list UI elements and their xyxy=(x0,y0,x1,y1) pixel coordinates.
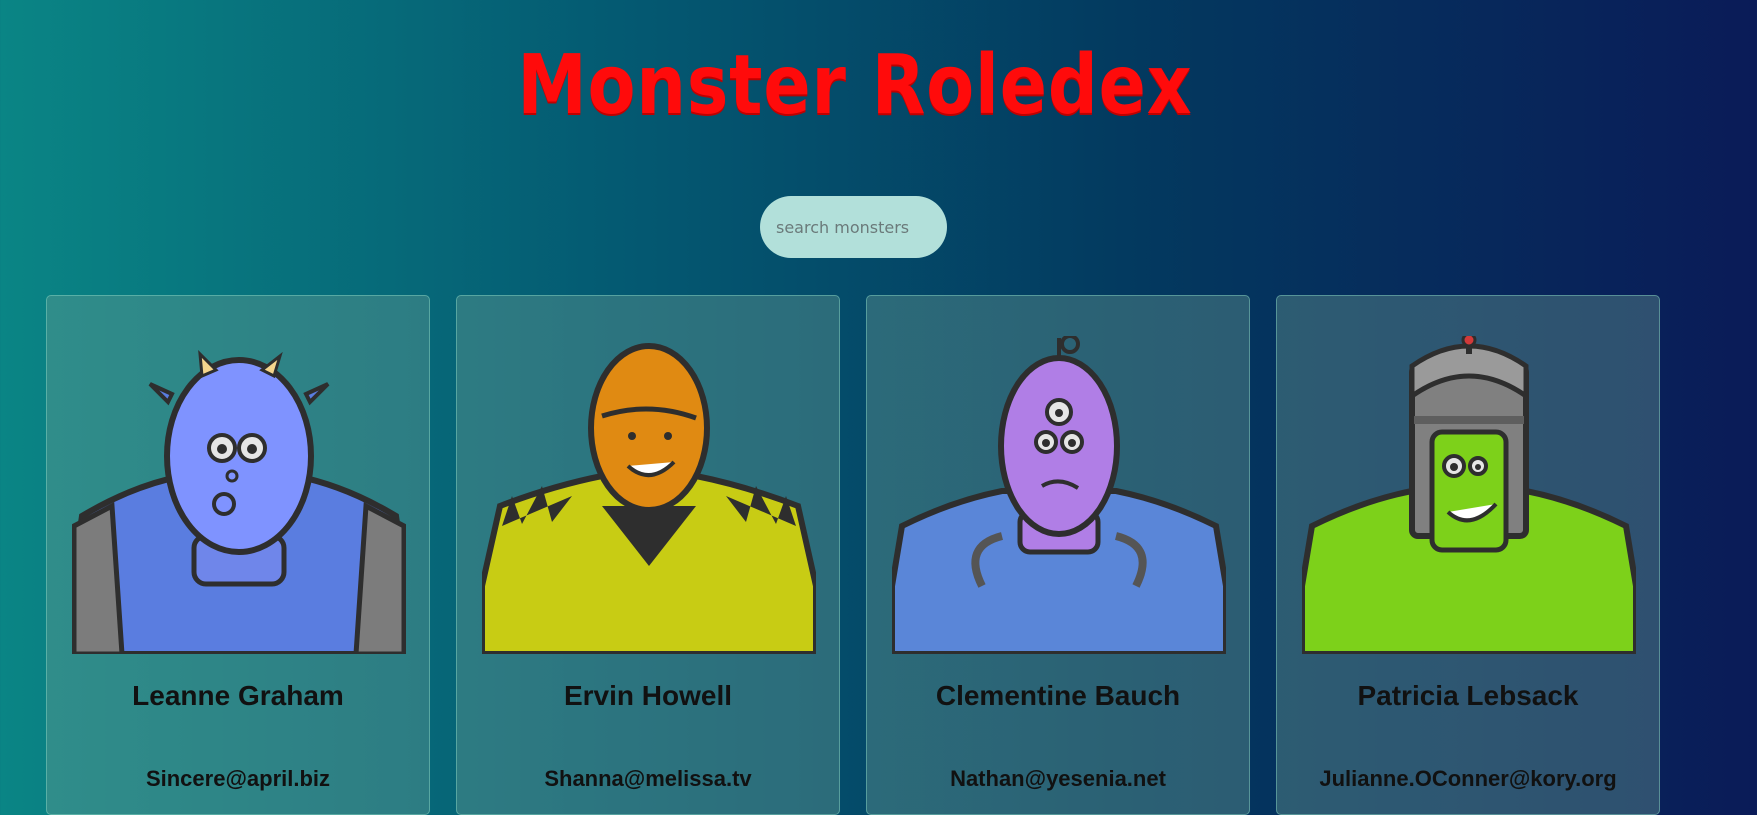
monster-email: Julianne.OConner@kory.org xyxy=(1319,766,1617,791)
search-input[interactable] xyxy=(760,196,947,258)
monster-email: Nathan@yesenia.net xyxy=(950,766,1166,791)
monster-name: Ervin Howell xyxy=(563,680,733,711)
monster-avatar xyxy=(892,336,1226,654)
monster-card[interactable]: Clementine Bauch Nathan@yesenia.net xyxy=(866,295,1250,815)
monster-avatar xyxy=(72,350,406,654)
monster-avatar xyxy=(1302,336,1636,654)
monster-email: Shanna@melissa.tv xyxy=(544,766,752,791)
monster-card[interactable]: Patricia Lebsack Julianne.OConner@kory.o… xyxy=(1276,295,1660,815)
app-title: Monster Roledex xyxy=(517,38,1193,133)
monster-name: Patricia Lebsack xyxy=(1357,680,1579,711)
monster-card[interactable]: Ervin Howell Shanna@melissa.tv xyxy=(456,295,840,815)
monster-name: Clementine Bauch xyxy=(935,680,1181,711)
monster-email: Sincere@april.biz xyxy=(145,766,331,791)
monster-card[interactable]: Leanne Graham Sincere@april.biz xyxy=(46,295,430,815)
monster-name: Leanne Graham xyxy=(132,680,344,711)
monster-avatar xyxy=(482,343,816,654)
card-list: Leanne Graham Sincere@april.biz Ervin Ho… xyxy=(46,295,1660,815)
